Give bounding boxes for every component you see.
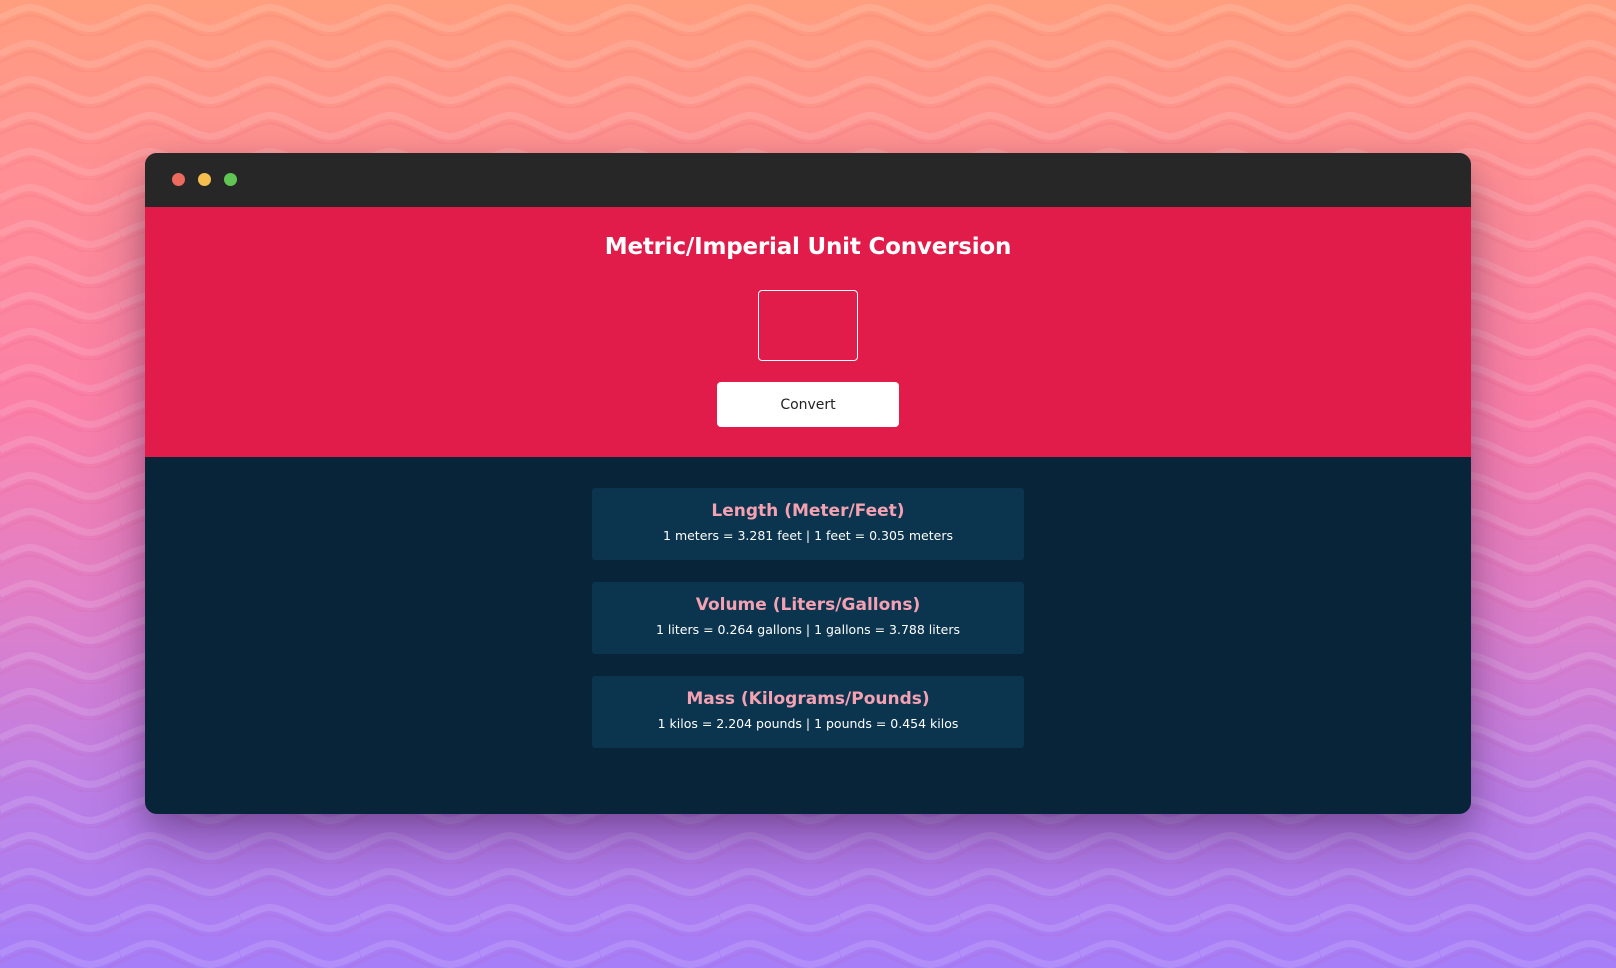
mass-card-text: 1 kilos = 2.204 pounds | 1 pounds = 0.45…: [657, 716, 959, 731]
convert-button[interactable]: Convert: [717, 382, 899, 427]
window-titlebar: [145, 153, 1471, 207]
volume-card-title: Volume (Liters/Gallons): [695, 595, 921, 615]
value-input[interactable]: [758, 290, 858, 361]
volume-conversion-card: Volume (Liters/Gallons) 1 liters = 0.264…: [592, 582, 1024, 654]
close-window-icon[interactable]: [172, 173, 185, 186]
zoom-window-icon[interactable]: [224, 173, 237, 186]
minimize-window-icon[interactable]: [198, 173, 211, 186]
length-conversion-card: Length (Meter/Feet) 1 meters = 3.281 fee…: [592, 488, 1024, 560]
page-title: Metric/Imperial Unit Conversion: [604, 234, 1012, 260]
app-window: Metric/Imperial Unit Conversion Convert …: [145, 153, 1471, 814]
converter-header: Metric/Imperial Unit Conversion Convert: [145, 207, 1471, 457]
volume-card-text: 1 liters = 0.264 gallons | 1 gallons = 3…: [656, 622, 960, 637]
mass-card-title: Mass (Kilograms/Pounds): [686, 689, 930, 709]
mass-conversion-card: Mass (Kilograms/Pounds) 1 kilos = 2.204 …: [592, 676, 1024, 748]
conversion-results: Length (Meter/Feet) 1 meters = 3.281 fee…: [145, 457, 1471, 748]
length-card-text: 1 meters = 3.281 feet | 1 feet = 0.305 m…: [663, 528, 953, 543]
length-card-title: Length (Meter/Feet): [711, 501, 905, 521]
